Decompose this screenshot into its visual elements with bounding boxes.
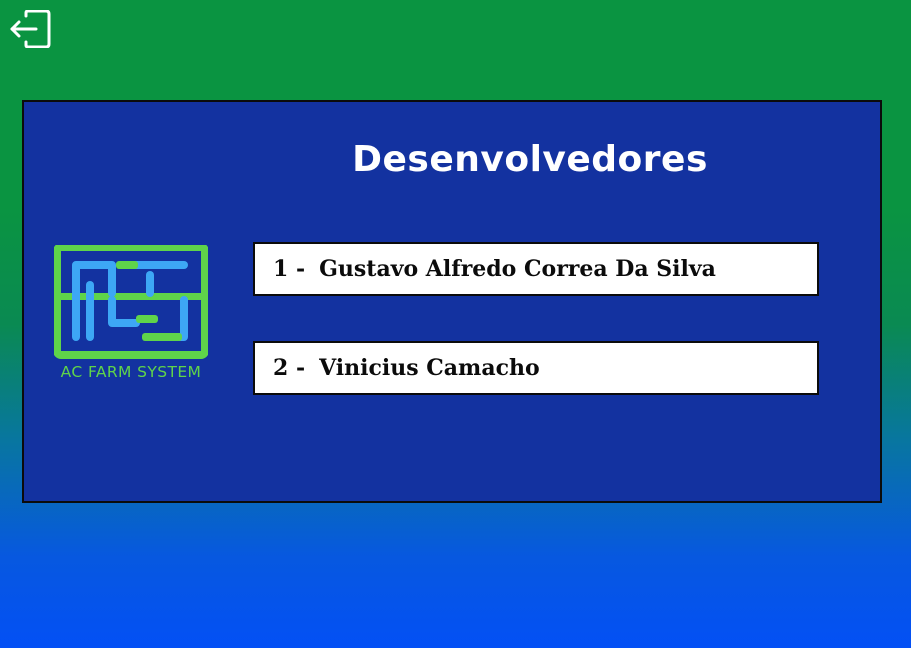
developers-panel: Desenvolvedores AC FARM SYSTEM 1 - Gusta…: [22, 100, 882, 503]
page-title: Desenvolvedores: [352, 139, 708, 180]
developer-list: 1 - Gustavo Alfredo Correa Da Silva 2 - …: [253, 242, 819, 440]
developer-number: 1 -: [273, 256, 306, 282]
app-logo: AC FARM SYSTEM: [54, 245, 208, 389]
list-item: 1 - Gustavo Alfredo Correa Da Silva: [253, 242, 819, 296]
list-item: 2 - Vinicius Camacho: [253, 341, 819, 395]
logout-arrow-icon: [10, 9, 51, 49]
logo-text: AC FARM SYSTEM: [60, 363, 202, 381]
developer-number: 2 -: [273, 355, 306, 381]
logout-button[interactable]: [8, 9, 54, 49]
developer-name: Gustavo Alfredo Correa Da Silva: [319, 256, 716, 282]
ac-farm-system-logo-icon: [54, 245, 208, 359]
developer-name: Vinicius Camacho: [319, 355, 540, 381]
